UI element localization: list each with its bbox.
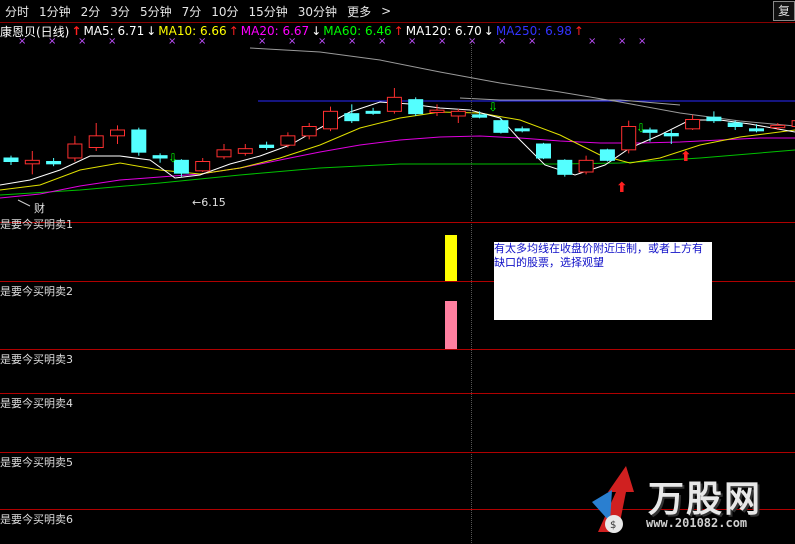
tab-30min[interactable]: 30分钟 bbox=[293, 3, 342, 20]
candle-body[interactable] bbox=[365, 110, 381, 114]
svg-text:$: $ bbox=[610, 520, 616, 531]
ma250-value: MA250: 6.98 bbox=[495, 24, 572, 38]
svg-text:×: × bbox=[588, 36, 596, 47]
low-price-label: ←6.15 bbox=[192, 196, 226, 209]
ma10-value: MA10: 6.66 bbox=[158, 24, 227, 38]
panel-label-6: 是要今买明卖6 bbox=[0, 513, 73, 526]
strategy-note: 有太多均线在收盘价附近压制，或者上方有缺口的股票，选择观望 bbox=[494, 242, 712, 320]
buy-arrow-icon: ⇩ bbox=[168, 151, 178, 165]
period-toolbar: 分时 1分钟 2分 3分 5分钟 7分 10分 15分钟 30分钟 更多 > 复 bbox=[0, 0, 795, 23]
svg-text:×: × bbox=[638, 36, 646, 47]
site-logo: $ 万股网 www.201082.com bbox=[588, 462, 788, 540]
up-arrow-icon: ⬆ bbox=[616, 180, 628, 196]
candle-body[interactable] bbox=[557, 159, 573, 175]
ma-legend: 康恩贝(日线) ↑ MA5: 6.71 ↓ MA10: 6.66 ↑ MA20:… bbox=[0, 23, 586, 39]
candle-body[interactable] bbox=[195, 161, 211, 172]
panel-label-3: 是要今买明卖3 bbox=[0, 353, 73, 366]
candle-body[interactable] bbox=[621, 126, 637, 151]
crosshair-vertical bbox=[471, 40, 472, 543]
tab-fenshi[interactable]: 分时 bbox=[0, 3, 34, 20]
ma5-value: MA5: 6.71 bbox=[83, 24, 145, 38]
candle-body[interactable] bbox=[152, 155, 168, 159]
candle-body[interactable] bbox=[770, 124, 786, 129]
candle-body[interactable] bbox=[536, 143, 551, 159]
panel-divider bbox=[0, 349, 795, 350]
stock-name: 康恩贝(日线) bbox=[0, 24, 70, 39]
ma20-value: MA20: 6.67 bbox=[240, 24, 310, 38]
up-arrow-icon: ⬆ bbox=[680, 149, 692, 165]
candle-body[interactable] bbox=[727, 122, 743, 127]
candle-body[interactable] bbox=[514, 128, 530, 132]
panel-label-4: 是要今买明卖4 bbox=[0, 397, 73, 410]
ma60-line bbox=[0, 149, 795, 196]
candle-body[interactable] bbox=[578, 159, 594, 173]
candle-body[interactable] bbox=[344, 113, 360, 122]
down-arrow-icon: ↓ bbox=[311, 24, 322, 38]
candle-body[interactable] bbox=[685, 119, 701, 130]
panel-divider bbox=[0, 452, 795, 453]
candle-body[interactable] bbox=[46, 161, 62, 165]
candle-body[interactable] bbox=[450, 110, 466, 117]
logo-text: 万股网 bbox=[648, 479, 763, 520]
ma10-line bbox=[0, 111, 795, 191]
panel-divider bbox=[0, 222, 795, 223]
tab-2min[interactable]: 2分 bbox=[76, 3, 106, 20]
panel-label-2: 是要今买明卖2 bbox=[0, 285, 73, 298]
up-arrow-icon: ↑ bbox=[393, 24, 404, 38]
svg-text:×: × bbox=[618, 36, 626, 47]
logo-url: www.201082.com bbox=[646, 516, 748, 530]
candle-body[interactable] bbox=[88, 135, 104, 148]
ma20-line bbox=[0, 135, 795, 199]
logo-arrow-icon: $ bbox=[592, 466, 634, 533]
candle-body[interactable] bbox=[663, 133, 679, 137]
candle-body[interactable] bbox=[749, 128, 764, 132]
ma5-line bbox=[0, 101, 795, 186]
signal-bar-pink bbox=[445, 301, 457, 349]
up-arrow-icon: ↑ bbox=[573, 24, 584, 38]
tab-1min[interactable]: 1分钟 bbox=[34, 3, 76, 20]
tab-5min[interactable]: 5分钟 bbox=[135, 3, 177, 20]
candle-body[interactable] bbox=[131, 129, 147, 153]
buy-arrow-icon: ⇩ bbox=[636, 121, 646, 135]
buy-arrow-icon: ⇩ bbox=[488, 100, 498, 114]
chevron-right-icon[interactable]: > bbox=[376, 4, 396, 18]
up-arrow-icon: ↑ bbox=[228, 24, 239, 38]
candle-body[interactable] bbox=[386, 96, 402, 112]
candle-body[interactable] bbox=[259, 144, 275, 149]
tab-15min[interactable]: 15分钟 bbox=[244, 3, 293, 20]
candle-body[interactable] bbox=[24, 159, 40, 165]
down-arrow-icon: ↓ bbox=[483, 24, 494, 38]
tab-7min[interactable]: 7分 bbox=[177, 3, 207, 20]
panel-label-1: 是要今买明卖1 bbox=[0, 218, 73, 231]
down-arrow-icon: ↑ bbox=[71, 24, 82, 38]
candle-body[interactable] bbox=[237, 148, 253, 154]
candle-body[interactable] bbox=[110, 129, 125, 137]
candle-body[interactable] bbox=[472, 114, 488, 118]
panel-label-5: 是要今买明卖5 bbox=[0, 456, 73, 469]
candle-body[interactable] bbox=[429, 109, 445, 113]
restore-button[interactable]: 复 bbox=[773, 1, 795, 21]
candle-body[interactable] bbox=[216, 149, 232, 158]
ma60-value: MA60: 6.46 bbox=[323, 24, 392, 38]
ma120-value: MA120: 6.70 bbox=[405, 24, 482, 38]
candle-body[interactable] bbox=[408, 99, 424, 115]
candle-body[interactable] bbox=[67, 143, 83, 159]
tab-10min[interactable]: 10分 bbox=[206, 3, 243, 20]
candle-body[interactable] bbox=[323, 110, 338, 130]
signal-bar-yellow bbox=[445, 235, 457, 281]
down-arrow-icon: ↓ bbox=[146, 24, 157, 38]
candle-body[interactable] bbox=[301, 126, 317, 137]
candle-body[interactable] bbox=[280, 135, 296, 146]
candle-body[interactable] bbox=[599, 149, 615, 161]
tab-3min[interactable]: 3分 bbox=[105, 3, 135, 20]
candle-body[interactable] bbox=[493, 120, 509, 133]
panel-divider bbox=[0, 393, 795, 394]
tab-more[interactable]: 更多 bbox=[342, 3, 376, 20]
cai-label: 财 bbox=[34, 201, 45, 215]
candle-body[interactable] bbox=[3, 157, 19, 162]
candle-body[interactable] bbox=[706, 116, 722, 122]
